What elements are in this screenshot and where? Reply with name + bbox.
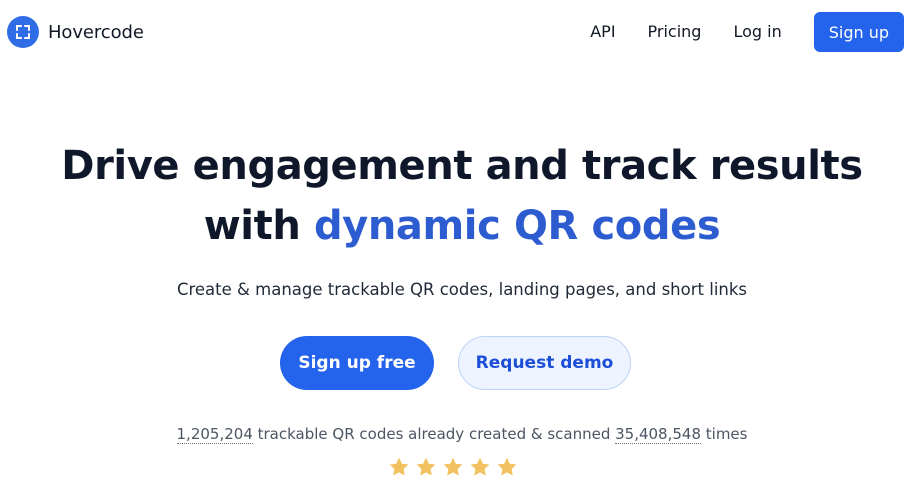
- star-icon: [388, 456, 410, 478]
- brand-home-link[interactable]: Hovercode: [7, 16, 144, 48]
- nav-pricing-link[interactable]: Pricing: [648, 12, 702, 52]
- top-nav: API Pricing Log in Sign up: [590, 12, 904, 52]
- star-icon: [469, 456, 491, 478]
- star-icon: [442, 456, 464, 478]
- cta-row: Sign up free Request demo: [280, 336, 631, 390]
- hero-title-accent: dynamic QR codes: [313, 203, 721, 249]
- stats-suffix: times: [701, 425, 748, 443]
- hero-subtitle: Create & manage trackable QR codes, land…: [176, 280, 748, 299]
- nav-signup-button[interactable]: Sign up: [813, 12, 904, 52]
- request-demo-button[interactable]: Request demo: [458, 336, 631, 390]
- hero-title-line2-prefix: with: [203, 203, 314, 249]
- hero-title-line1: Drive engagement and track results: [61, 143, 863, 189]
- usage-stats: 1,205,204 trackable QR codes already cre…: [0, 425, 924, 444]
- nav-api-link[interactable]: API: [590, 12, 615, 52]
- codes-created-count: 1,205,204: [176, 425, 253, 444]
- rating-stars: [388, 456, 518, 478]
- signup-free-button[interactable]: Sign up free: [280, 336, 434, 390]
- landing-page: Hovercode API Pricing Log in Sign up Dri…: [0, 0, 924, 495]
- star-icon: [415, 456, 437, 478]
- nav-login-link[interactable]: Log in: [733, 12, 781, 52]
- hovercode-logo-icon: [7, 16, 39, 48]
- stats-middle-text: trackable QR codes already created & sca…: [252, 425, 616, 443]
- scans-count: 35,408,548: [615, 425, 701, 444]
- hero-title: Drive engagement and track results with …: [0, 136, 924, 256]
- brand-name: Hovercode: [48, 21, 144, 43]
- star-icon: [496, 456, 518, 478]
